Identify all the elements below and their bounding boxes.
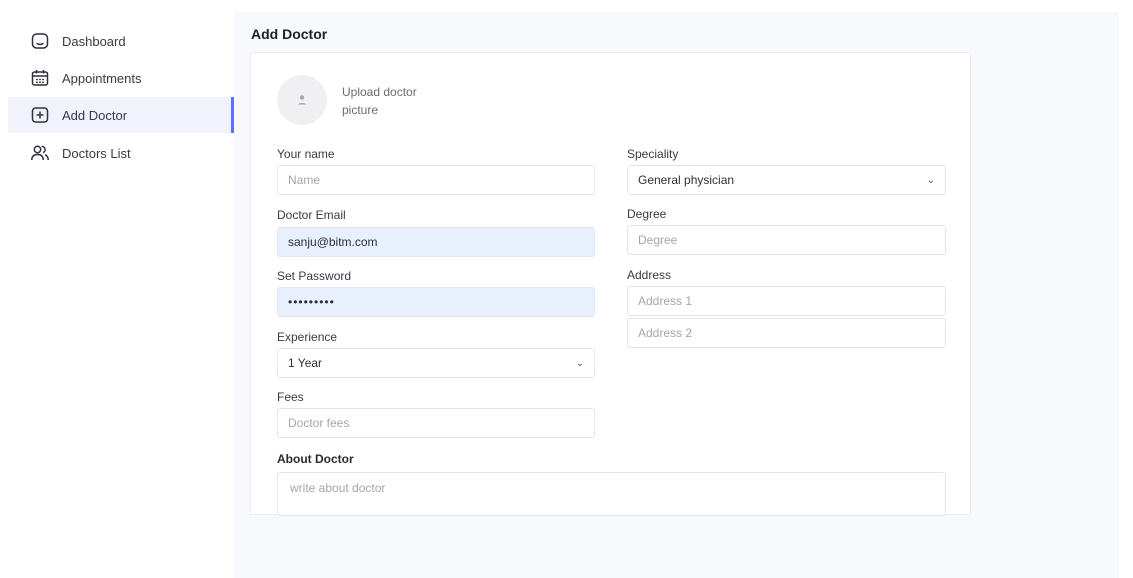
upload-picture-button[interactable] [277,75,327,125]
experience-select[interactable]: 1 Year ⌄ [277,348,595,378]
name-label: Your name [277,147,335,161]
sidebar-item-label: Appointments [62,70,142,86]
add-icon [30,105,50,125]
about-label: About Doctor [277,452,354,466]
speciality-value: General physician [638,173,735,187]
email-input[interactable]: sanju@bitm.com [277,227,595,257]
address1-input[interactable] [627,286,946,316]
home-icon [30,31,50,51]
page-title: Add Doctor [251,26,328,42]
name-input[interactable] [277,165,595,195]
sidebar-item-dashboard[interactable]: Dashboard [8,23,234,59]
address-label: Address [627,268,672,282]
user-placeholder-icon [297,95,307,105]
email-label: Doctor Email [277,208,346,222]
experience-label: Experience [277,330,338,344]
fees-input[interactable] [277,408,595,438]
main-content: Add Doctor Upload doctor picture Your na… [234,12,1119,578]
sidebar-item-doctors-list[interactable]: Doctors List [8,135,234,171]
password-input[interactable]: ••••••••• [277,287,595,317]
sidebar: Dashboard Appointments Add Doctor Doctor… [0,0,234,578]
upload-picture-label: Upload doctor picture [342,85,417,117]
address2-input[interactable] [627,318,946,348]
speciality-select[interactable]: General physician ⌄ [627,165,946,195]
calendar-icon [30,68,50,88]
sidebar-item-label: Dashboard [62,33,126,49]
sidebar-item-add-doctor[interactable]: Add Doctor [8,97,234,133]
degree-label: Degree [627,207,667,221]
sidebar-item-label: Add Doctor [62,107,128,123]
people-icon [30,143,50,163]
sidebar-item-appointments[interactable]: Appointments [8,60,234,96]
degree-input[interactable] [627,225,946,255]
chevron-down-icon: ⌄ [926,174,935,186]
speciality-label: Speciality [627,147,679,161]
about-textarea[interactable] [277,472,946,516]
sidebar-item-label: Doctors List [62,145,131,161]
password-label: Set Password [277,269,352,283]
experience-value: 1 Year [288,356,323,370]
add-doctor-form: Upload doctor picture Your name Doctor E… [250,52,971,516]
chevron-down-icon: ⌄ [575,357,584,369]
fees-label: Fees [277,390,304,404]
